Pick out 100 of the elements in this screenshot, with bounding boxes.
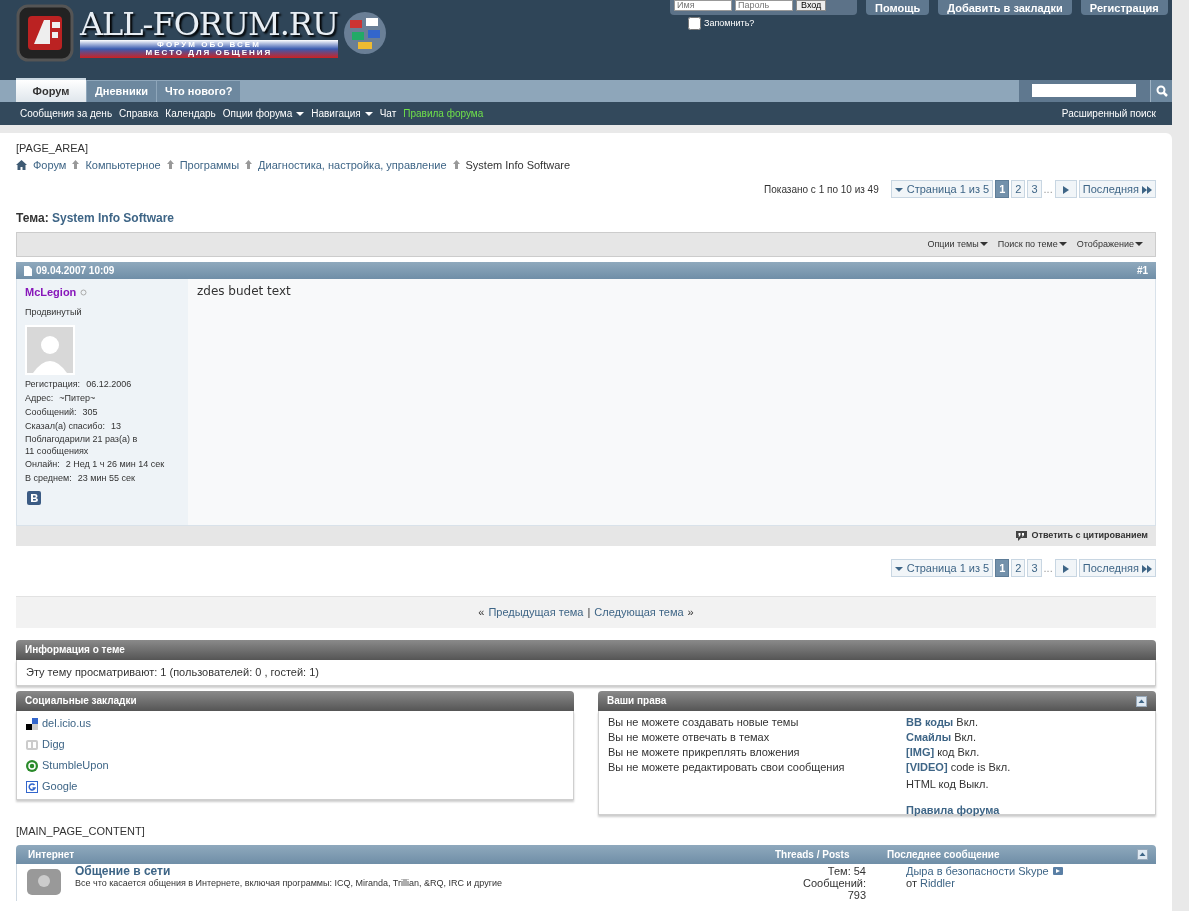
breadcrumb-link[interactable]: Компьютерное [85, 156, 161, 173]
results-summary: Показано с 1 по 10 из 49 [764, 182, 879, 197]
logo-tagline: ФОРУМ ОБО ВСЕМ МЕСТО ДЛЯ ОБЩЕНИЯ [80, 40, 338, 58]
separator: | [587, 605, 591, 621]
google-icon [26, 780, 38, 793]
bookmark-link[interactable]: Google [42, 778, 78, 795]
stat-value: 13 [111, 420, 121, 433]
next-page-button[interactable] [1054, 180, 1077, 198]
subnav-link[interactable]: Правила форума [403, 106, 484, 121]
stat-label: Сказал(а) спасибо: [25, 420, 105, 433]
header-button[interactable]: Помощь [866, 0, 930, 15]
nav-tab[interactable]: Дневники [87, 81, 157, 102]
stat-label: Регистрация: [25, 378, 81, 391]
next-thread-link[interactable]: Следующая тема [594, 604, 684, 621]
page-button[interactable]: 2 [1011, 559, 1026, 577]
toolbar-menu[interactable]: Поиск по теме [997, 237, 1067, 252]
bookmark-link[interactable]: del.icio.us [42, 715, 91, 732]
post-count: Сообщений: 793 [802, 876, 866, 901]
column-header: Интернет [28, 847, 76, 862]
quote-icon [1016, 531, 1028, 541]
code-status: Вкл. [954, 731, 976, 743]
page-area-label: [PAGE_AREA] [16, 141, 89, 156]
forum-title-link[interactable]: Общение в сети [75, 863, 171, 878]
fast-forward-icon [1142, 565, 1152, 574]
subnav-link[interactable]: Сообщения за день [20, 106, 113, 121]
login-button[interactable]: Вход [796, 0, 827, 11]
next-page-button[interactable] [1054, 559, 1077, 577]
panel-title: Ваши права [607, 694, 667, 708]
viewers-text: Эту тему просматривают: 1 (пользователей: 0 , гостей: 1) [26, 665, 320, 680]
code-link[interactable]: [IMG] [906, 746, 935, 758]
thread-title-link[interactable]: System Info Software [52, 211, 174, 225]
stat-label: В среднем: [25, 472, 72, 485]
last-post-user-link[interactable]: Riddler [920, 876, 955, 889]
previous-thread-link[interactable]: Предыдущая тема [488, 604, 584, 621]
bookmark-link[interactable]: StumbleUpon [42, 757, 109, 774]
by-label: от [906, 876, 917, 889]
stat-value: 06.12.2006 [86, 378, 132, 391]
breadcrumb-link[interactable]: Диагностика, настройка, управление [258, 156, 447, 173]
subnav-link[interactable]: Справка [119, 106, 159, 121]
last-post-link[interactable]: Дыра в безопасности Skype [906, 864, 1049, 877]
breadcrumb-link[interactable]: Форум [33, 156, 67, 173]
permission-text: Вы не можете прикреплять вложения [608, 745, 801, 760]
username-field[interactable]: Имя [674, 0, 732, 11]
nav-tab[interactable]: Форум [16, 78, 86, 102]
page-button[interactable]: 1 [995, 559, 1010, 577]
subnav-menu[interactable]: Навигация [311, 106, 373, 121]
header-button[interactable]: Регистрация [1080, 0, 1168, 15]
main-content-label: [MAIN_PAGE_CONTENT] [16, 824, 146, 839]
header-button[interactable]: Добавить в закладки [938, 0, 1072, 15]
thread-count: Тем: 54 [826, 864, 866, 877]
page-menu-button[interactable]: Страница 1 из 5 [890, 180, 994, 198]
arrow-icon [166, 160, 174, 170]
collapse-icon [1136, 695, 1147, 707]
stat-label: Онлайн: [25, 458, 60, 471]
stat-label: Сообщений: [25, 406, 77, 419]
page-menu-button[interactable]: Страница 1 из 5 [890, 559, 994, 577]
column-header: Последнее сообщение [887, 847, 1001, 862]
stat-value: 23 мин 55 сек [77, 472, 135, 485]
digg-icon [26, 738, 38, 751]
last-page-button[interactable]: Последняя [1078, 180, 1156, 198]
arrow-icon [72, 160, 80, 170]
advanced-search-link[interactable]: Расширенный поиск [1061, 106, 1156, 121]
password-field[interactable]: Пароль [735, 0, 793, 11]
subnav-link[interactable]: Календарь [165, 106, 216, 121]
page-button[interactable]: 3 [1027, 559, 1042, 577]
breadcrumb-link[interactable]: Программы [179, 156, 240, 173]
page-button[interactable]: 3 [1027, 180, 1042, 198]
subnav-menu[interactable]: Опции форума [222, 106, 305, 121]
permission-text: Вы не можете создавать новые темы [608, 715, 800, 730]
code-status: код Вкл. [937, 746, 980, 758]
delicious-icon [26, 717, 38, 730]
username-link[interactable]: McLegion [25, 284, 77, 301]
stat-value: 305 [82, 406, 98, 419]
page-button[interactable]: 1 [995, 180, 1010, 198]
globe-icon [341, 10, 388, 56]
code-link[interactable]: BB коды [906, 716, 954, 728]
toolbar-menu[interactable]: Отображение [1076, 237, 1143, 252]
reply-with-quote-button[interactable]: Ответить с цитированием [1016, 529, 1148, 543]
subnav-link[interactable]: Чат [379, 106, 397, 121]
panel-header: Социальные закладки [16, 691, 574, 711]
nav-tab[interactable]: Что нового? [157, 81, 241, 102]
search-button[interactable] [1150, 80, 1172, 102]
post-body: zdes budet text [188, 279, 1155, 525]
document-icon [24, 265, 32, 276]
remember-checkbox[interactable] [688, 17, 701, 31]
bookmark-link[interactable]: Digg [42, 736, 65, 753]
page-button[interactable]: 2 [1011, 180, 1026, 198]
toolbar-menu[interactable]: Опции темы [927, 237, 988, 252]
avatar-icon [25, 325, 75, 375]
ellipsis: ... [1043, 181, 1053, 197]
code-setting: HTML код Выкл. [906, 777, 990, 792]
forum-rules-link[interactable]: Правила форума [906, 802, 1000, 819]
permission-text: Вы не можете отвечать в темах [608, 730, 771, 745]
arrow-icon [245, 160, 253, 170]
search-field[interactable] [1032, 84, 1136, 97]
stat-note: Поблагодарили 21 раз(а) в 11 сообщениях [25, 433, 139, 457]
play-icon [1062, 186, 1069, 195]
code-link[interactable]: [VIDEO] [906, 761, 948, 773]
code-link[interactable]: Смайлы [906, 731, 952, 743]
last-page-button[interactable]: Последняя [1078, 559, 1156, 577]
